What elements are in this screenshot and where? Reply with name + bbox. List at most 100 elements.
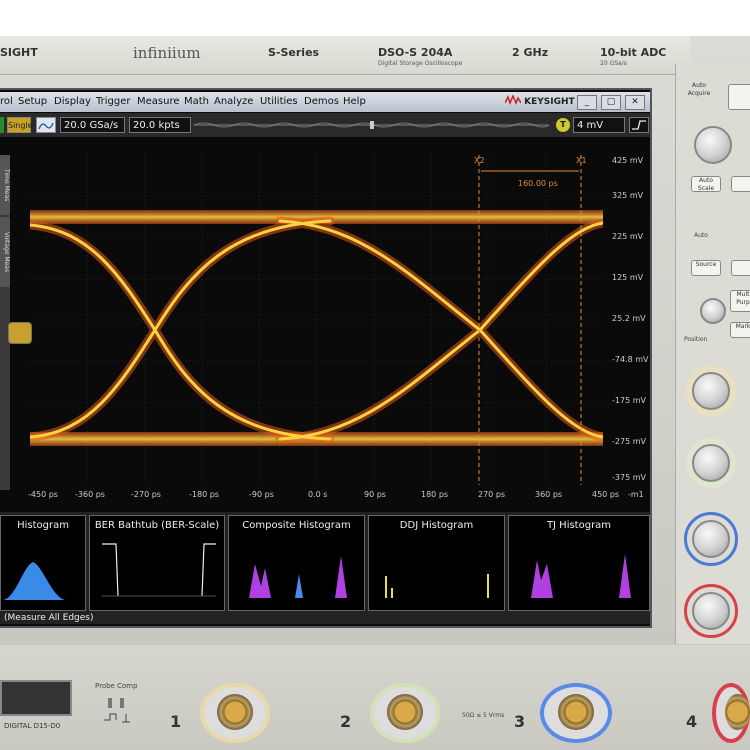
model-name: DSO-S 204A	[378, 46, 453, 59]
menu-bar: rol Setup Display Trigger Measure Math A…	[0, 92, 650, 112]
memory-depth-field[interactable]: 20.0 kpts	[129, 117, 191, 133]
digital-port-label: DIGITAL D15-D0	[4, 722, 61, 730]
auto-scale-button[interactable]	[36, 117, 56, 133]
y-tick-label: 425 mV	[612, 156, 644, 165]
y-tick-label: 325 mV	[612, 191, 644, 200]
x-tick-label: 450 ps	[592, 490, 620, 499]
menu-help[interactable]: Help	[343, 96, 366, 107]
x-tick-label: -270 ps	[131, 490, 161, 499]
menu-measure[interactable]: Measure	[137, 96, 180, 107]
horizontal-scale-knob[interactable]	[694, 126, 732, 164]
single-button[interactable]: Single	[7, 117, 33, 133]
measure-all-edges-label[interactable]: (Measure All Edges)	[4, 613, 94, 623]
toolbar: Single 20.0 GSa/s 20.0 kpts T 4 mV	[0, 113, 650, 137]
menu-math[interactable]: Math	[184, 96, 209, 107]
histogram-panel[interactable]: Histogram	[0, 515, 86, 611]
product-name: infiniium	[133, 44, 201, 62]
y-tick-label: -175 mV	[612, 396, 646, 405]
rising-edge-icon	[632, 120, 646, 130]
x-tick-label: -450 ps	[28, 490, 58, 499]
timeline-slider[interactable]	[194, 121, 549, 129]
trigger-level-field[interactable]: 4 mV	[573, 117, 625, 133]
side-tab-time-meas[interactable]: Time Meas	[0, 155, 10, 215]
minimize-icon: _	[584, 97, 590, 107]
x-tick-label: 270 ps	[478, 490, 506, 499]
x-tick-label: 0.0 s	[308, 490, 328, 499]
menu-analyze[interactable]: Analyze	[214, 96, 253, 107]
probe-comp-label: Probe Comp	[95, 682, 138, 690]
menu-demos[interactable]: Demos	[304, 96, 339, 107]
side-tab-voltage-meas[interactable]: Voltage Meas	[0, 217, 10, 287]
x-unit-suffix: -m1	[628, 490, 644, 499]
channel-2-number: 2	[340, 712, 352, 731]
menu-control[interactable]: rol	[0, 96, 13, 107]
channel-4-number: 4	[686, 712, 698, 731]
ddj-histogram-panel[interactable]: DDJ Histogram	[368, 515, 505, 611]
sample-rate-field[interactable]: 20.0 GSa/s	[60, 117, 125, 133]
mark-key[interactable]: Mark	[730, 322, 750, 338]
trigger-badge[interactable]: T	[556, 118, 570, 132]
multipurpose-key[interactable]: Mult Purp	[730, 290, 750, 312]
ch4-scale-knob[interactable]	[692, 592, 730, 630]
ch1-bnc-input[interactable]	[217, 694, 253, 730]
menu-utilities[interactable]: Utilities	[260, 96, 298, 107]
eye-diagram-plot: X2 X1 160.00 ps	[30, 155, 603, 485]
model-strip	[0, 36, 690, 75]
auto-acquire-label: Auto Acquire	[687, 82, 711, 97]
ber-bathtub-panel[interactable]: BER Bathtub (BER-Scale)	[89, 515, 225, 611]
run-stop-button[interactable]	[0, 117, 4, 133]
marker-x1-label: X1	[576, 156, 587, 165]
ch3-bnc-input[interactable]	[558, 694, 594, 730]
timeline-wave-icon	[194, 121, 549, 129]
marker-delta-label: 160.00 ps	[518, 179, 558, 188]
channel-3-number: 3	[514, 712, 526, 731]
menu-setup[interactable]: Setup	[18, 96, 47, 107]
auto-scale-key[interactable]: Auto Scale	[691, 176, 721, 192]
eye-transitions	[30, 216, 603, 444]
ddj-chart	[385, 574, 489, 598]
model-subtitle: Digital Storage Oscilloscope	[378, 60, 463, 67]
keysight-wave-icon	[504, 94, 522, 106]
adc-subtitle: 20 GSa/s	[600, 60, 627, 67]
x-tick-label: 360 ps	[535, 490, 563, 499]
bathtub-chart	[102, 543, 216, 597]
close-icon: ✕	[631, 97, 639, 107]
ch1-scale-knob[interactable]	[692, 372, 730, 410]
menu-trigger[interactable]: Trigger	[96, 96, 131, 107]
composite-histogram-panel[interactable]: Composite Histogram	[228, 515, 365, 611]
probe-comp-terminals[interactable]	[102, 696, 132, 726]
y-tick-label: -74.8 mV	[612, 355, 649, 364]
position-label: Position	[684, 336, 708, 343]
keysight-logo-text: KEYSIGHT	[524, 97, 575, 107]
x-tick-label: 180 ps	[421, 490, 449, 499]
close-button[interactable]: ✕	[625, 95, 645, 110]
touch-key[interactable]	[731, 176, 750, 192]
ch2-scale-knob[interactable]	[692, 444, 730, 482]
channel-offset-marker[interactable]	[8, 322, 32, 344]
bandwidth-label: 2 GHz	[512, 46, 549, 59]
top-right-key[interactable]	[728, 84, 750, 110]
ch4-bnc-input[interactable]	[725, 694, 750, 730]
single-key[interactable]	[731, 260, 750, 276]
digital-input-port[interactable]	[0, 680, 72, 716]
trigger-edge-button[interactable]	[629, 117, 649, 133]
marker-x2-label: X2	[474, 156, 485, 165]
minimize-button[interactable]: _	[577, 95, 597, 110]
tj-histogram-panel[interactable]: TJ Histogram	[508, 515, 650, 611]
ch3-scale-knob[interactable]	[692, 520, 730, 558]
trigger-level-knob[interactable]	[700, 298, 726, 324]
x-tick-label: -360 ps	[75, 490, 105, 499]
y-tick-label: 225 mV	[612, 232, 644, 241]
ch2-bnc-input[interactable]	[387, 694, 423, 730]
source-key[interactable]: Source	[691, 260, 721, 276]
control-panel: Auto Acquire Auto Scale Auto Source Mult…	[675, 64, 750, 644]
tj-chart	[531, 554, 631, 598]
x-tick-label: -90 ps	[249, 490, 274, 499]
waveform-icon	[38, 122, 54, 130]
y-tick-label: -275 mV	[612, 437, 646, 446]
auto-label: Auto	[694, 232, 708, 239]
menu-display[interactable]: Display	[54, 96, 91, 107]
keysight-logo: KEYSIGHT	[504, 94, 575, 107]
histogram-chart	[3, 562, 65, 600]
restore-button[interactable]: ▢	[601, 95, 621, 110]
